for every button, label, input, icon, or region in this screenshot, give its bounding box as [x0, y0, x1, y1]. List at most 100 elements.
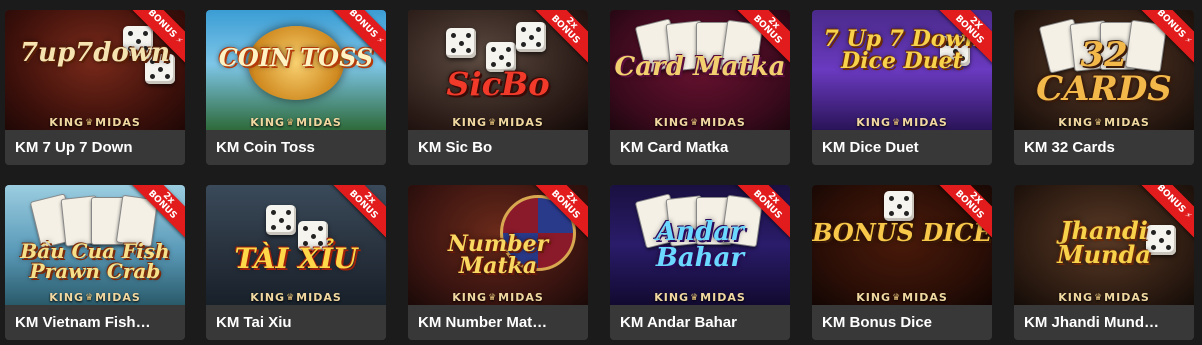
- die-icon: [446, 28, 476, 58]
- brand-text: KING: [856, 116, 892, 129]
- cards-icon: [29, 193, 159, 249]
- game-title[interactable]: KM Sic Bo: [408, 130, 588, 165]
- brand-label: KING♛MIDAS: [1014, 116, 1194, 129]
- game-card[interactable]: Card Matka KING♛MIDAS 2x BONUS KM Card Matka: [610, 10, 790, 165]
- game-title[interactable]: KM Number Mat…: [408, 305, 588, 340]
- game-card[interactable]: TÀI XỈU KING♛MIDAS 2x BONUS KM Tai Xiu: [206, 185, 386, 340]
- brand-text: KING: [49, 116, 85, 129]
- game-thumbnail[interactable]: Jhandi Munda KING♛MIDAS BONUS ⚡: [1014, 185, 1194, 305]
- brand-label: KING♛MIDAS: [206, 116, 386, 129]
- brand-label: KING♛MIDAS: [408, 116, 588, 129]
- die-icon: [516, 22, 546, 52]
- game-title[interactable]: KM Tai Xiu: [206, 305, 386, 340]
- brand-label: KING♛MIDAS: [206, 291, 386, 304]
- lightning-icon: ⚡: [1182, 35, 1194, 46]
- game-title[interactable]: KM Card Matka: [610, 130, 790, 165]
- brand-text: MIDAS: [902, 291, 948, 304]
- lightning-icon: ⚡: [173, 35, 185, 46]
- brand-label: KING♛MIDAS: [610, 116, 790, 129]
- brand-label: KING♛MIDAS: [408, 291, 588, 304]
- cards-icon: [634, 193, 764, 249]
- crown-icon: ♛: [892, 118, 902, 128]
- game-card[interactable]: COIN TOSS KING♛MIDAS BONUS ⚡ KM Coin Toss: [206, 10, 386, 165]
- game-card[interactable]: SicBo KING♛MIDAS 2x BONUS KM Sic Bo: [408, 10, 588, 165]
- brand-label: KING♛MIDAS: [1014, 291, 1194, 304]
- game-card[interactable]: Bầu Cua Fish Prawn Crab KING♛MIDAS 2x BONUS…: [5, 185, 185, 340]
- brand-text: MIDAS: [296, 116, 342, 129]
- game-title[interactable]: KM Vietnam Fish…: [5, 305, 185, 340]
- game-card[interactable]: 32 CARDS KING♛MIDAS BONUS ⚡ KM 32 Cards: [1014, 10, 1194, 165]
- die-icon: [940, 36, 970, 66]
- coin-icon: [248, 26, 344, 100]
- brand-text: MIDAS: [95, 291, 141, 304]
- crown-icon: ♛: [286, 293, 296, 303]
- game-card[interactable]: BONUS DICE KING♛MIDAS 2X BONUS KM Bonus Dice: [812, 185, 992, 340]
- game-thumbnail[interactable]: Card Matka KING♛MIDAS 2x BONUS: [610, 10, 790, 130]
- brand-label: KING♛MIDAS: [812, 291, 992, 304]
- game-title[interactable]: KM Bonus Dice: [812, 305, 992, 340]
- bonus-label: BONUS: [1155, 185, 1188, 215]
- game-title[interactable]: KM Andar Bahar: [610, 305, 790, 340]
- brand-text: MIDAS: [1104, 116, 1150, 129]
- crown-icon: ♛: [488, 293, 498, 303]
- die-icon: [145, 54, 175, 84]
- die-icon: [266, 205, 296, 235]
- game-thumbnail[interactable]: 7up7down KING♛MIDAS BONUS ⚡: [5, 10, 185, 130]
- game-thumbnail[interactable]: BONUS DICE KING♛MIDAS 2X BONUS: [812, 185, 992, 305]
- lightning-icon: ⚡: [1182, 210, 1194, 221]
- game-thumbnail[interactable]: TÀI XỈU KING♛MIDAS 2x BONUS: [206, 185, 386, 305]
- game-card[interactable]: 7 Up 7 Down Dice Duet KING♛MIDAS 2X BONUS KM…: [812, 10, 992, 165]
- game-thumbnail[interactable]: Andar Bahar KING♛MIDAS 2x BONUS: [610, 185, 790, 305]
- brand-label: KING♛MIDAS: [5, 291, 185, 304]
- game-card[interactable]: 7up7down KING♛MIDAS BONUS ⚡ KM 7 Up 7 Down: [5, 10, 185, 165]
- game-card[interactable]: Number Matka KING♛MIDAS 2x BONUS KM Number M…: [408, 185, 588, 340]
- game-thumbnail[interactable]: 7 Up 7 Down Dice Duet KING♛MIDAS 2X BONUS: [812, 10, 992, 130]
- brand-text: MIDAS: [700, 291, 746, 304]
- brand-text: MIDAS: [95, 116, 141, 129]
- game-logo-text: TÀI XỈU: [234, 242, 358, 275]
- game-card[interactable]: Andar Bahar KING♛MIDAS 2x BONUS KM Andar Bah…: [610, 185, 790, 340]
- game-grid: 7up7down KING♛MIDAS BONUS ⚡ KM 7 Up 7 Down CO…: [0, 0, 1202, 345]
- brand-label: KING♛MIDAS: [812, 116, 992, 129]
- brand-text: MIDAS: [296, 291, 342, 304]
- game-title[interactable]: KM 7 Up 7 Down: [5, 130, 185, 165]
- game-thumbnail[interactable]: COIN TOSS KING♛MIDAS BONUS ⚡: [206, 10, 386, 130]
- bonus-label: BONUS: [548, 13, 582, 47]
- die-icon: [123, 26, 153, 56]
- brand-text: KING: [654, 116, 690, 129]
- crown-icon: ♛: [85, 118, 95, 128]
- lightning-icon: ⚡: [374, 35, 386, 46]
- bonus-label: BONUS: [346, 188, 380, 222]
- game-card[interactable]: Jhandi Munda KING♛MIDAS BONUS ⚡ KM Jhandi Mu…: [1014, 185, 1194, 340]
- crown-icon: ♛: [892, 293, 902, 303]
- brand-text: KING: [452, 291, 488, 304]
- game-thumbnail[interactable]: SicBo KING♛MIDAS 2x BONUS: [408, 10, 588, 130]
- crown-icon: ♛: [690, 293, 700, 303]
- brand-text: KING: [654, 291, 690, 304]
- game-title[interactable]: KM Dice Duet: [812, 130, 992, 165]
- brand-label: KING♛MIDAS: [610, 291, 790, 304]
- crown-icon: ♛: [85, 293, 95, 303]
- game-title[interactable]: KM 32 Cards: [1014, 130, 1194, 165]
- game-thumbnail[interactable]: 32 CARDS KING♛MIDAS BONUS ⚡: [1014, 10, 1194, 130]
- game-thumbnail[interactable]: Bầu Cua Fish Prawn Crab KING♛MIDAS 2x BONUS: [5, 185, 185, 305]
- game-thumbnail[interactable]: Number Matka KING♛MIDAS 2x BONUS: [408, 185, 588, 305]
- bonus-badge: 2X BONUS: [934, 185, 992, 240]
- brand-text: KING: [250, 116, 286, 129]
- die-icon: [298, 221, 328, 251]
- die-icon: [884, 191, 914, 221]
- crown-icon: ♛: [1094, 293, 1104, 303]
- cards-icon: [634, 18, 764, 74]
- game-logo-text: SicBo: [446, 65, 550, 103]
- brand-text: KING: [49, 291, 85, 304]
- brand-text: MIDAS: [700, 116, 746, 129]
- game-title[interactable]: KM Jhandi Mund…: [1014, 305, 1194, 340]
- crown-icon: ♛: [1094, 118, 1104, 128]
- crown-icon: ♛: [286, 118, 296, 128]
- bonus-label: BONUS: [347, 10, 380, 40]
- game-logo-text: BONUS DICE: [812, 218, 992, 247]
- crown-icon: ♛: [488, 118, 498, 128]
- die-icon: [1146, 225, 1176, 255]
- brand-text: KING: [856, 291, 892, 304]
- game-title[interactable]: KM Coin Toss: [206, 130, 386, 165]
